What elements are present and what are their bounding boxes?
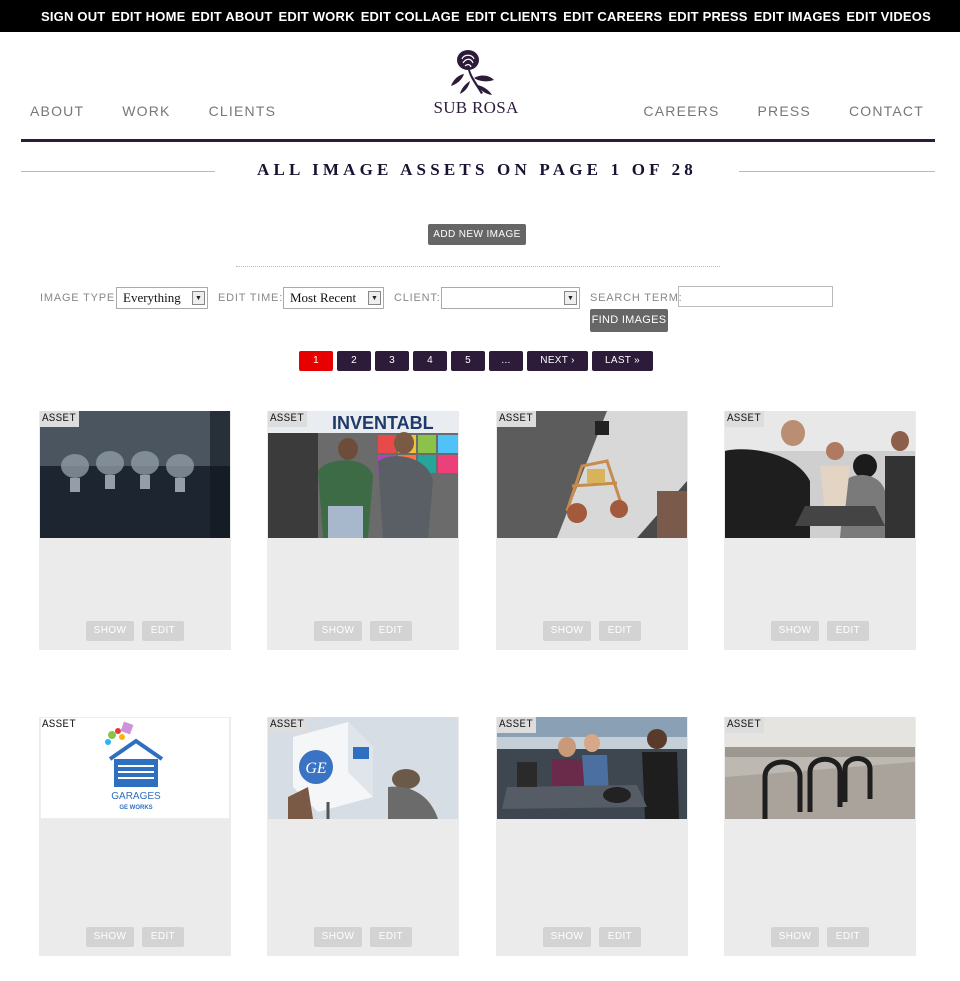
asset-card: GARAGES GE WORKS ASSET SHOW EDIT <box>39 717 231 956</box>
edit-button[interactable]: EDIT <box>599 621 641 641</box>
card-actions: SHOW EDIT <box>267 621 459 641</box>
edit-button[interactable]: EDIT <box>370 927 412 947</box>
asset-tag: ASSET <box>268 717 308 733</box>
edit-time-value: Most Recent <box>290 290 357 305</box>
client-select[interactable]: ▼ <box>441 287 580 309</box>
site-logo[interactable]: SUB ROSA <box>424 48 528 118</box>
asset-tag: ASSET <box>725 717 765 733</box>
edit-button[interactable]: EDIT <box>142 927 184 947</box>
show-button[interactable]: SHOW <box>86 927 134 947</box>
page-button-4[interactable]: 4 <box>413 351 447 371</box>
edit-time-select[interactable]: Most Recent ▼ <box>283 287 384 309</box>
pagination: 1 2 3 4 5 ... NEXT › LAST » <box>299 351 653 371</box>
nav-work[interactable]: WORK <box>122 103 170 119</box>
edit-button[interactable]: EDIT <box>827 621 869 641</box>
page-ellipsis: ... <box>489 351 523 371</box>
nav-press[interactable]: PRESS <box>758 103 811 119</box>
main-nav-right: CAREERS PRESS CONTACT <box>605 103 924 119</box>
asset-card: ASSET SHOW EDIT <box>724 411 916 650</box>
card-actions: SHOW EDIT <box>39 621 231 641</box>
card-actions: SHOW EDIT <box>267 927 459 947</box>
page-title: ALL IMAGE ASSETS ON PAGE 1 OF 28 <box>257 160 697 179</box>
edit-button[interactable]: EDIT <box>142 621 184 641</box>
card-actions: SHOW EDIT <box>39 927 231 947</box>
nav-about[interactable]: ABOUT <box>30 103 84 119</box>
image-type-value: Everything <box>123 290 181 305</box>
asset-tag: ASSET <box>497 411 537 427</box>
page-button-3[interactable]: 3 <box>375 351 409 371</box>
image-type-label: IMAGE TYPE: <box>40 292 119 304</box>
add-new-image-button[interactable]: ADD NEW IMAGE <box>428 224 526 245</box>
asset-card: INVENTABL ASSET SHOW EDIT <box>267 411 459 650</box>
workshop-crowd-photo[interactable] <box>725 411 915 538</box>
heading-rule-right <box>739 171 935 172</box>
asset-card: GE ASSET SHOW EDIT <box>267 717 459 956</box>
ge-sign-text: GE <box>305 760 327 777</box>
asset-card: ASSET SHOW EDIT <box>39 411 231 650</box>
nav-clients[interactable]: CLIENTS <box>209 103 277 119</box>
asset-tag: ASSET <box>42 719 77 731</box>
admin-link-edit-collage[interactable]: EDIT COLLAGE <box>361 9 460 24</box>
admin-link-sign-out[interactable]: SIGN OUT <box>41 9 105 24</box>
dropdown-arrow-icon: ▼ <box>368 291 381 305</box>
robot-photo[interactable] <box>497 411 687 538</box>
asset-tag: ASSET <box>40 411 80 427</box>
edit-button[interactable]: EDIT <box>370 621 412 641</box>
admin-link-edit-images[interactable]: EDIT IMAGES <box>754 9 841 24</box>
dropdown-arrow-icon: ▼ <box>564 291 577 305</box>
asset-card: ASSET SHOW EDIT <box>496 411 688 650</box>
card-actions: SHOW EDIT <box>724 927 916 947</box>
show-button[interactable]: SHOW <box>771 927 819 947</box>
show-button[interactable]: SHOW <box>314 927 362 947</box>
page-button-1[interactable]: 1 <box>299 351 333 371</box>
admin-bar: SIGN OUT EDIT HOME EDIT ABOUT EDIT WORK … <box>0 0 960 32</box>
nav-careers[interactable]: CAREERS <box>643 103 719 119</box>
admin-link-edit-about[interactable]: EDIT ABOUT <box>192 9 273 24</box>
card-actions: SHOW EDIT <box>724 621 916 641</box>
admin-link-edit-work[interactable]: EDIT WORK <box>278 9 354 24</box>
garages-logo-text: GARAGES <box>111 791 161 802</box>
admin-link-edit-press[interactable]: EDIT PRESS <box>668 9 747 24</box>
edit-button[interactable]: EDIT <box>827 927 869 947</box>
show-button[interactable]: SHOW <box>314 621 362 641</box>
heading-rule-left <box>21 171 215 172</box>
nav-contact[interactable]: CONTACT <box>849 103 924 119</box>
admin-link-edit-home[interactable]: EDIT HOME <box>111 9 185 24</box>
page-button-5[interactable]: 5 <box>451 351 485 371</box>
show-button[interactable]: SHOW <box>543 621 591 641</box>
admin-link-edit-careers[interactable]: EDIT CAREERS <box>563 9 662 24</box>
image-type-select[interactable]: Everything ▼ <box>116 287 208 309</box>
asset-card: ASSET SHOW EDIT <box>496 717 688 956</box>
asset-card: ASSET SHOW EDIT <box>724 717 916 956</box>
search-term-label: SEARCH TERM: <box>590 292 683 304</box>
logo-text: SUB ROSA <box>433 98 519 117</box>
asset-tag: ASSET <box>497 717 537 733</box>
asset-tag: ASSET <box>268 411 308 427</box>
dropdown-arrow-icon: ▼ <box>192 291 205 305</box>
next-page-button[interactable]: NEXT › <box>527 351 588 371</box>
edit-button[interactable]: EDIT <box>599 927 641 947</box>
page-button-2[interactable]: 2 <box>337 351 371 371</box>
section-divider <box>236 266 720 267</box>
search-input[interactable] <box>678 286 833 307</box>
main-nav-left: ABOUT WORK CLIENTS <box>30 103 314 119</box>
admin-link-edit-videos[interactable]: EDIT VIDEOS <box>846 9 931 24</box>
ge-works-text: GE WORKS <box>119 805 152 811</box>
client-label: CLIENT: <box>394 292 441 304</box>
card-actions: SHOW EDIT <box>496 621 688 641</box>
edit-time-label: EDIT TIME: <box>218 292 284 304</box>
card-actions: SHOW EDIT <box>496 927 688 947</box>
inventables-photo[interactable]: INVENTABL <box>268 411 458 538</box>
show-button[interactable]: SHOW <box>543 927 591 947</box>
rose-icon <box>451 50 494 95</box>
asset-tag: ASSET <box>725 411 765 427</box>
show-button[interactable]: SHOW <box>86 621 134 641</box>
nav-divider <box>21 139 935 142</box>
lightbulbs-photo[interactable] <box>40 411 230 538</box>
show-button[interactable]: SHOW <box>771 621 819 641</box>
inventables-sign-text: INVENTABL <box>332 413 434 433</box>
find-images-button[interactable]: FIND IMAGES <box>590 309 668 332</box>
admin-link-edit-clients[interactable]: EDIT CLIENTS <box>466 9 557 24</box>
last-page-button[interactable]: LAST » <box>592 351 653 371</box>
